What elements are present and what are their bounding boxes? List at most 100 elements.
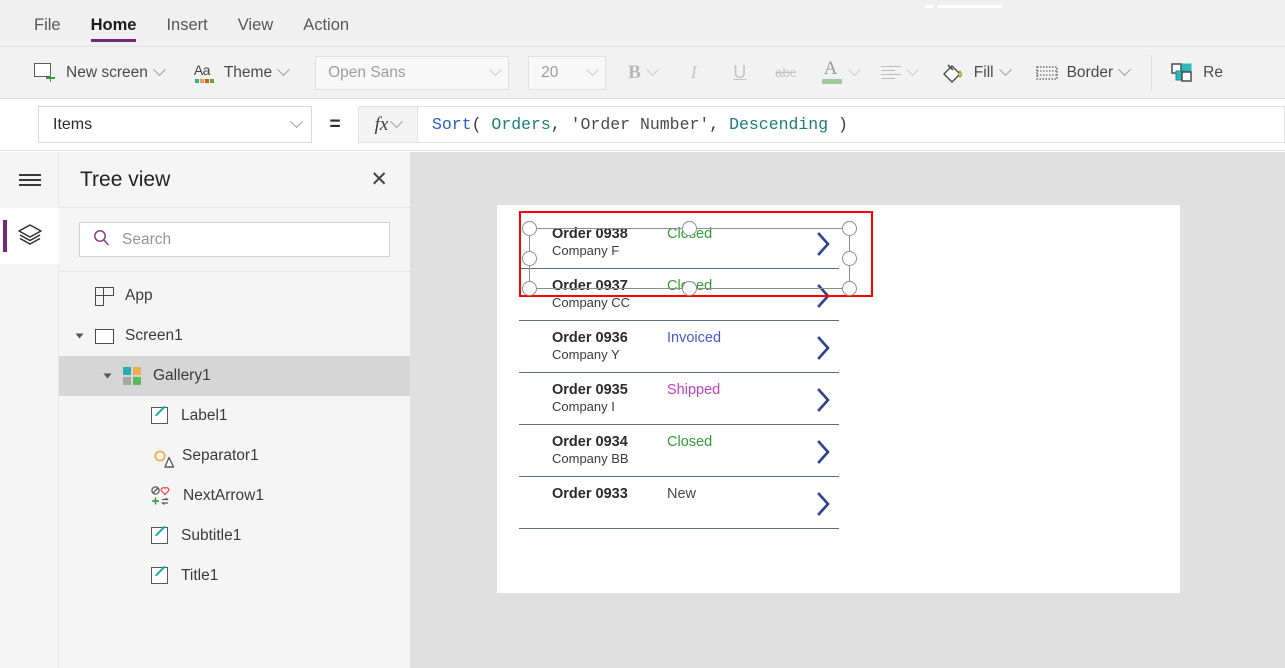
gallery-control[interactable]: Order 0938Company FClosedOrder 0937Compa… (519, 211, 873, 529)
next-arrow-icon[interactable] (815, 231, 833, 262)
ribbon-divider (1151, 54, 1153, 91)
close-icon[interactable]: ✕ (370, 169, 388, 190)
next-arrow-icon[interactable] (815, 283, 833, 314)
app-screen-preview[interactable]: Order 0938Company FClosedOrder 0937Compa… (497, 205, 1180, 593)
align-button[interactable] (880, 47, 919, 99)
search-input[interactable]: Search (79, 222, 390, 257)
gallery-row[interactable]: Order 0938Company FClosed (519, 217, 839, 269)
next-arrow-icon[interactable] (815, 335, 833, 366)
gallery-row-status: Invoiced (667, 330, 722, 346)
tree-expander[interactable] (75, 332, 95, 340)
tree-item-subtitle1[interactable]: Subtitle1 (59, 516, 410, 556)
handle-middle-left[interactable] (522, 251, 537, 266)
gallery-row-subtitle: Company I (552, 399, 615, 414)
formula-token: ( (471, 115, 492, 134)
bold-button[interactable]: B (628, 47, 659, 99)
font-color-button[interactable]: A (821, 47, 861, 99)
fill-bucket-icon (941, 62, 965, 84)
tree-item-screen1[interactable]: Screen1 (59, 316, 410, 356)
gallery-row-status: New (667, 486, 697, 502)
gallery-row-title: Order 0933 (552, 486, 628, 502)
underline-button[interactable]: U (721, 62, 759, 83)
chevron-down-icon (847, 63, 861, 77)
handle-top-right[interactable] (842, 221, 857, 236)
tree-item-title1[interactable]: Title1 (59, 556, 410, 596)
border-button[interactable]: Border (1035, 47, 1131, 99)
property-select[interactable]: Items (38, 106, 312, 143)
left-icon-rail (0, 152, 59, 668)
handle-bottom-center[interactable] (682, 281, 697, 296)
menu-item-action[interactable]: Action (303, 8, 349, 47)
tree-item-gallery1[interactable]: Gallery1 (59, 356, 410, 396)
chevron-down-icon (290, 115, 303, 129)
font-size-value: 20 (541, 63, 559, 81)
fx-button[interactable]: fx (358, 106, 418, 143)
menu-item-insert[interactable]: Insert (166, 8, 207, 47)
search-placeholder: Search (122, 230, 172, 248)
font-color-icon: A (821, 58, 843, 85)
tree-expander[interactable] (103, 372, 123, 380)
italic-button[interactable]: I (675, 62, 713, 83)
handle-bottom-right[interactable] (842, 281, 857, 296)
fx-label: fx (374, 113, 389, 135)
gallery-row[interactable]: Order 0933 New (519, 477, 839, 529)
align-left-icon (880, 65, 901, 81)
main-menu-bar: File Home Insert View Action (0, 8, 1285, 47)
tree-item-label1[interactable]: Label1 (59, 396, 410, 436)
next-arrow-icon[interactable] (815, 387, 833, 418)
tree-view-rail-button[interactable] (0, 208, 59, 264)
tree-item-label: Title1 (181, 567, 219, 584)
hamburger-menu-button[interactable] (0, 152, 59, 208)
handle-middle-right[interactable] (842, 251, 857, 266)
label-icon (151, 405, 170, 426)
tree-item-label: Label1 (181, 407, 228, 424)
theme-button[interactable]: Aa Theme (194, 47, 290, 99)
chevron-down-icon (489, 63, 502, 77)
reorder-label: Re (1203, 63, 1223, 81)
font-size-select[interactable]: 20 (528, 55, 607, 90)
new-screen-button[interactable]: New screen (34, 47, 166, 99)
formula-token: Sort (432, 115, 472, 134)
menu-item-file[interactable]: File (34, 8, 61, 47)
formula-bar: Items = fx Sort( Orders, 'Order Number',… (0, 99, 1285, 151)
home-ribbon-toolbar: New screen Aa Theme Open Sans 20 B I U a… (0, 47, 1285, 99)
strikethrough-button[interactable]: abc (767, 65, 805, 80)
equals-sign: = (329, 113, 341, 135)
menu-item-view[interactable]: View (238, 8, 273, 47)
font-family-value: Open Sans (328, 63, 406, 81)
gallery-row[interactable]: Order 0936 Company Y Invoiced (519, 321, 839, 373)
chevron-down-icon (75, 333, 84, 339)
theme-label: Theme (223, 63, 273, 81)
gallery-row-subtitle: Company BB (552, 451, 629, 466)
reorder-button[interactable]: Re (1170, 47, 1223, 99)
gallery-row[interactable]: Order 0934 Company BB Closed (519, 425, 839, 477)
canvas-workspace: Order 0938Company FClosedOrder 0937Compa… (411, 152, 1285, 668)
tree-view-title: Tree view (80, 167, 171, 191)
handle-top-left[interactable] (522, 221, 537, 236)
tree-item-list: App Screen1 Gallery1 Label1 Separator1 NextAr… (59, 272, 410, 596)
fill-button[interactable]: Fill (941, 47, 1012, 99)
handle-top-center[interactable] (682, 221, 697, 236)
search-icon (93, 229, 110, 251)
gallery-row[interactable]: Order 0937Company CCClosed (519, 269, 839, 321)
formula-input[interactable]: Sort( Orders, 'Order Number', Descending… (418, 106, 1285, 143)
next-arrow-icon[interactable] (815, 439, 833, 470)
tree-search-container: Search (59, 208, 410, 272)
menu-item-home[interactable]: Home (90, 8, 136, 47)
next-arrow-icon[interactable] (815, 491, 833, 522)
tree-item-app[interactable]: App (59, 276, 410, 316)
gallery-row-title: Order 0938 (552, 226, 628, 242)
gallery-icon (123, 366, 142, 386)
tree-item-label: NextArrow1 (183, 487, 264, 504)
font-family-select[interactable]: Open Sans (315, 55, 510, 90)
handle-bottom-left[interactable] (522, 281, 537, 296)
tree-item-label: Subtitle1 (181, 527, 242, 544)
tree-item-separator1[interactable]: Separator1 (59, 436, 410, 476)
chevron-down-icon (905, 63, 919, 77)
gallery-row[interactable]: Order 0935 Company I Shipped (519, 373, 839, 425)
fill-label: Fill (973, 63, 994, 81)
formula-token: ) (828, 115, 848, 134)
chevron-down-icon (103, 373, 112, 379)
gallery-row-title: Order 0934 (552, 434, 628, 450)
tree-item-nextarrow1[interactable]: NextArrow1 (59, 476, 410, 516)
